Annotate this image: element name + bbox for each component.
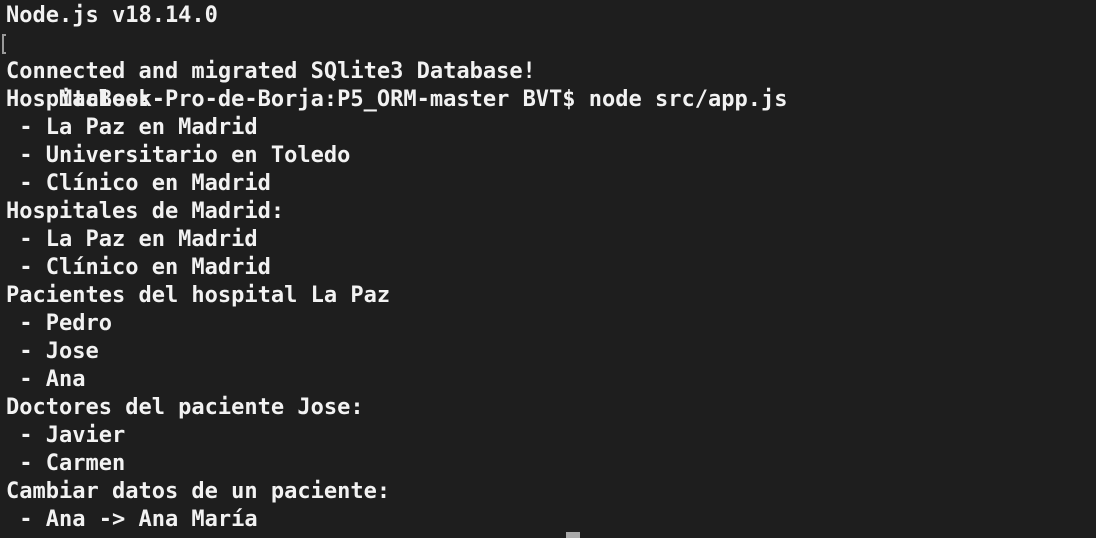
terminal-line-list-item: - Clínico en Madrid [6,255,271,280]
terminal-window[interactable]: Node.js v18.14.0 MacBook-Pro-de-Borja:P5… [0,0,1096,538]
terminal-line-list-item: - Jose [6,339,99,364]
prompt-mark-icon [2,34,6,54]
terminal-line-db-connected: Connected and migrated SQlite3 Database! [6,59,536,84]
terminal-line-hospitales-madrid-header: Hospitales de Madrid: [6,199,285,224]
terminal-line-list-item: - Clínico en Madrid [6,171,271,196]
terminal-line-list-item: - Pedro [6,311,112,336]
terminal-line-node-version: Node.js v18.14.0 [6,3,218,28]
command-text: MacBook-Pro-de-Borja:P5_ORM-master BVT$ … [58,87,788,112]
terminal-line-command-prompt: MacBook-Pro-de-Borja:P5_ORM-master BVT$ … [2,30,1096,112]
terminal-line-doctores-header: Doctores del paciente Jose: [6,395,364,420]
terminal-line-list-item: - Ana -> Ana María [6,507,258,532]
terminal-line-pacientes-header: Pacientes del hospital La Paz [6,283,391,308]
terminal-line-list-item: - Javier [6,423,126,448]
terminal-cursor [566,532,580,538]
terminal-line-list-item: - La Paz en Madrid [6,227,258,252]
terminal-line-list-item: - Carmen [6,451,126,476]
terminal-line-list-item: - Ana [6,367,86,392]
terminal-line-list-item: - La Paz en Madrid [6,115,258,140]
terminal-line-cambiar-header: Cambiar datos de un paciente: [6,479,391,504]
terminal-line-list-item: - Universitario en Toledo [6,143,351,168]
